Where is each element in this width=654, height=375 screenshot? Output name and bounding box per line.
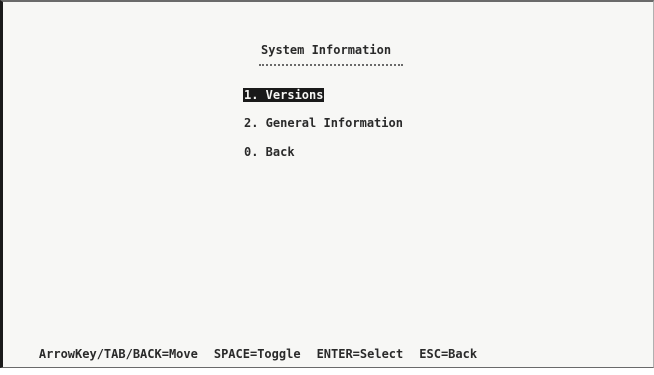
- help-move: ArrowKey/TAB/BACK=Move: [38, 347, 198, 361]
- help-back: ESC=Back: [419, 347, 478, 361]
- menu-item-versions[interactable]: 1. Versions: [243, 88, 325, 102]
- menu-item-general-information[interactable]: 2. General Information: [243, 116, 404, 130]
- terminal-screen: System Information 1. Versions 2. Genera…: [0, 0, 654, 368]
- help-bar: ArrowKey/TAB/BACK=Move SPACE=Toggle ENTER=…: [10, 333, 493, 375]
- title-underline: [259, 64, 403, 66]
- help-select: ENTER=Select: [316, 347, 404, 361]
- help-toggle: SPACE=Toggle: [213, 347, 301, 361]
- page-title: System Information: [261, 43, 392, 57]
- menu-item-back[interactable]: 0. Back: [243, 145, 296, 159]
